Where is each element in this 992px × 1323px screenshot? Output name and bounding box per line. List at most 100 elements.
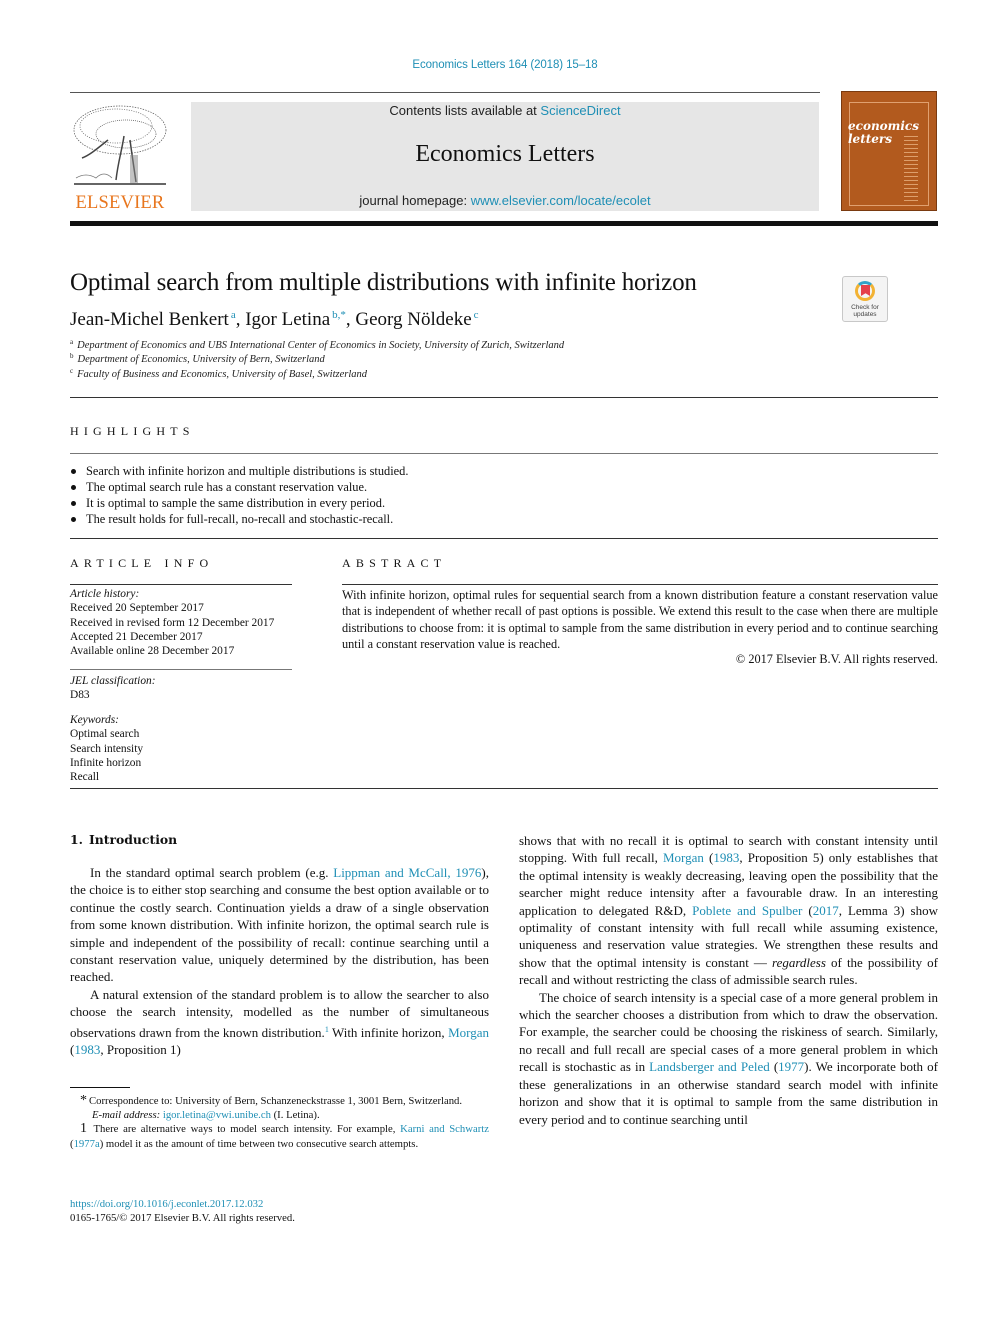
footnote-mark: 1 xyxy=(80,1121,87,1137)
homepage-line: journal homepage: www.elsevier.com/locat… xyxy=(191,193,819,208)
affiliation-text: Department of Economics and UBS Internat… xyxy=(77,340,565,351)
text: ) model it as the amount of time between… xyxy=(99,1137,419,1150)
section-divider xyxy=(70,788,938,789)
citation-link[interactable]: Lippman and McCall, 1976 xyxy=(333,865,481,880)
author-affiliation-marker[interactable]: b,* xyxy=(332,309,346,321)
text: With infinite horizon, xyxy=(328,1024,449,1040)
author-separator: , xyxy=(235,309,246,330)
abstract-divider xyxy=(342,584,938,585)
text: Correspondence to: University of Bern, S… xyxy=(89,1095,463,1107)
author-affiliation-marker[interactable]: c xyxy=(474,309,479,321)
paragraph: A natural extension of the standard prob… xyxy=(70,986,489,1059)
citation-link[interactable]: 1983 xyxy=(74,1042,100,1057)
abstract-heading: ABSTRACT xyxy=(342,556,447,570)
highlights-divider xyxy=(70,453,938,454)
header-thick-rule xyxy=(70,221,938,226)
contents-line: Contents lists available at ScienceDirec… xyxy=(191,103,819,118)
text: ( xyxy=(703,850,714,866)
footnotes: * Correspondence to: University of Bern, … xyxy=(70,1093,489,1151)
cover-title-line1: economics xyxy=(848,119,919,133)
citation-link[interactable]: Karni and Schwartz xyxy=(400,1123,489,1135)
section-heading: 1. Introduction xyxy=(70,832,177,847)
article-history: Article history: Received 20 September 2… xyxy=(70,587,274,658)
keyword: Optimal search xyxy=(70,728,140,741)
keyword: Infinite horizon xyxy=(70,756,142,769)
history-entry: Accepted 21 December 2017 xyxy=(70,630,203,643)
doi-block: https://doi.org/10.1016/j.econlet.2017.1… xyxy=(70,1197,295,1226)
citation-link[interactable]: 1977a xyxy=(74,1138,100,1150)
header-divider xyxy=(70,92,820,93)
journal-cover-image[interactable]: economics letters xyxy=(841,91,937,211)
doi-link[interactable]: https://doi.org/10.1016/j.econlet.2017.1… xyxy=(70,1198,263,1210)
history-entry: Available online 28 December 2017 xyxy=(70,645,235,658)
cover-title-line2: letters xyxy=(848,132,892,146)
citation-link[interactable]: Morgan xyxy=(448,1025,489,1040)
affiliation: a Department of Economics and UBS Interna… xyxy=(70,338,564,351)
check-for-updates-button[interactable]: Check for updates xyxy=(842,276,888,322)
affiliation: c Faculty of Business and Economics, Univ… xyxy=(70,367,367,380)
highlight-item: Search with infinite horizon and multipl… xyxy=(70,463,408,479)
cover-contents-lines xyxy=(904,136,918,204)
affiliation: b Department of Economics, University of … xyxy=(70,352,325,365)
paragraph: The choice of search intensity is a spec… xyxy=(519,989,938,1128)
article-history-label: Article history: xyxy=(70,588,140,600)
check-updates-line1: Check for xyxy=(851,304,879,311)
section-divider xyxy=(70,538,938,539)
author-name[interactable]: Jean-Michel Benkert xyxy=(70,309,229,330)
citation-link[interactable]: Landsberger and Peled xyxy=(649,1059,770,1074)
history-entry: Received in revised form 12 December 201… xyxy=(70,616,275,629)
abstract-text: With infinite horizon, optimal rules for… xyxy=(342,588,938,651)
jel-code: D83 xyxy=(70,689,90,702)
text: (I. Letina). xyxy=(270,1109,320,1122)
affiliation-key: c xyxy=(70,367,74,375)
sciencedirect-link[interactable]: ScienceDirect xyxy=(540,103,620,118)
text: ( xyxy=(769,1059,779,1075)
section-number: 1. xyxy=(70,832,83,847)
citation-link[interactable]: 2017 xyxy=(813,903,839,918)
citation-link[interactable]: 1977 xyxy=(778,1059,804,1074)
contents-prefix: Contents lists available at xyxy=(389,103,541,118)
paragraph: In the standard optimal search problem (… xyxy=(70,864,489,986)
right-column: shows that with no recall it is optimal … xyxy=(519,832,938,1128)
affiliation-text: Faculty of Business and Economics, Unive… xyxy=(77,369,367,380)
journal-citation-link[interactable]: Economics Letters 164 (2018) 15–18 xyxy=(0,59,992,71)
jel-label: JEL classification: xyxy=(70,675,156,687)
footnote-1: 1 There are alternative ways to model se… xyxy=(70,1122,489,1150)
highlights-list: Search with infinite horizon and multipl… xyxy=(70,463,408,527)
author-list: Jean-Michel Benkert a, Igor Letina b,*, Ge… xyxy=(70,309,479,331)
email-footnote: E-mail address: igor.letina@vwi.unibe.ch… xyxy=(70,1108,489,1122)
text: , Proposition 1) xyxy=(100,1042,181,1058)
keywords: Keywords: Optimal search Search intensit… xyxy=(70,713,143,784)
highlight-item: The optimal search rule has a constant r… xyxy=(70,479,408,495)
author-name[interactable]: Igor Letina xyxy=(245,309,330,330)
citation-link[interactable]: Morgan xyxy=(663,850,704,865)
homepage-prefix: journal homepage: xyxy=(359,193,471,208)
footnote-mark: * xyxy=(80,1093,87,1108)
author-name[interactable]: Georg Nöldeke xyxy=(355,309,471,330)
highlights-heading: HIGHLIGHTS xyxy=(70,424,195,438)
email-label: E-mail address: xyxy=(92,1109,163,1122)
affiliation-key: a xyxy=(70,338,74,346)
email-link[interactable]: igor.letina@vwi.unibe.ch xyxy=(163,1109,271,1121)
footnote-divider xyxy=(70,1087,130,1088)
article-info-divider xyxy=(70,584,292,585)
citation-link[interactable]: 1983 xyxy=(713,850,739,865)
paragraph: shows that with no recall it is optimal … xyxy=(519,832,938,989)
article-title: Optimal search from multiple distributio… xyxy=(70,269,697,296)
citation-link[interactable]: Poblete and Spulber xyxy=(692,903,802,918)
check-updates-label: Check for updates xyxy=(843,304,887,318)
keywords-label: Keywords: xyxy=(70,714,119,726)
journal-name: Economics Letters xyxy=(415,141,595,167)
text: There are alternative ways to model sear… xyxy=(89,1123,401,1136)
text: ), the choice is to either stop searchin… xyxy=(70,865,489,985)
highlight-item: It is optimal to sample the same distrib… xyxy=(70,495,408,511)
text: In the standard optimal search problem (… xyxy=(90,865,334,880)
correspondence-footnote: * Correspondence to: University of Bern, … xyxy=(70,1093,489,1108)
section-divider xyxy=(70,397,938,398)
abstract-copyright: © 2017 Elsevier B.V. All rights reserved… xyxy=(735,652,938,666)
affiliation-text: Department of Economics, University of B… xyxy=(77,354,325,365)
highlight-item: The result holds for full-recall, no-rec… xyxy=(70,511,408,527)
journal-homepage-link[interactable]: www.elsevier.com/locate/ecolet xyxy=(471,193,651,208)
text: ( xyxy=(802,902,813,918)
left-column: In the standard optimal search problem (… xyxy=(70,864,489,1058)
